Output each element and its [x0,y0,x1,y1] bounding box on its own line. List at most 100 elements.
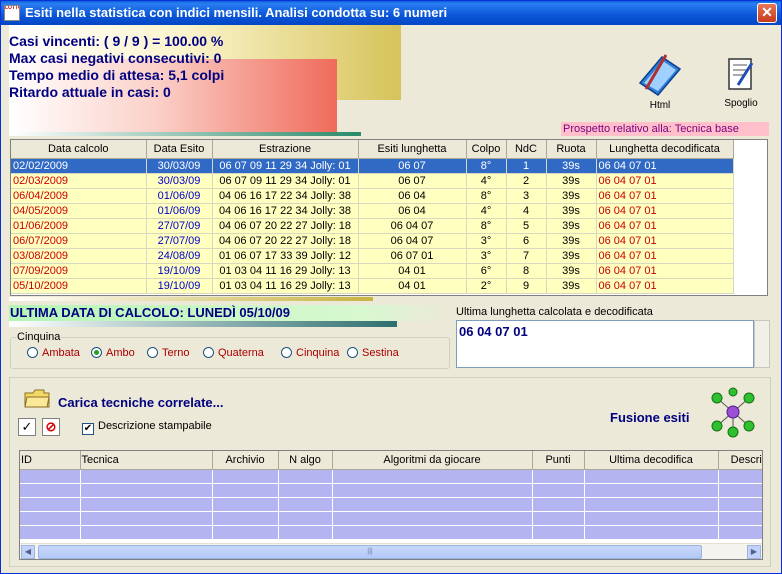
radio-dot-icon[interactable] [347,347,358,358]
tecniche-grid[interactable]: ID Tecnica Archivio N algo Algoritmi da gioc… [19,450,763,560]
table-cell: 05/10/2009 [11,278,147,294]
ultima-lunghetta-scrollbar[interactable] [754,320,770,368]
radio-terno[interactable]: Terno [147,347,190,359]
table-row[interactable]: 01/06/2009 27/07/09 04 06 07 20 22 27 Joll… [11,218,734,234]
table-row[interactable]: 05/10/2009 19/10/09 01 03 04 11 16 29 Joll… [11,278,734,294]
column-header[interactable]: Descriz [718,451,762,470]
scroll-right-icon[interactable]: ▶ [747,545,761,559]
table-cell: 01 03 04 11 16 29 Jolly: 13 [212,263,359,279]
ultima-data-label: ULTIMA DATA DI CALCOLO: LUNEDÌ 05/10/09 [9,305,449,321]
table-cell: 04 06 07 20 22 27 Jolly: 18 [212,233,359,249]
html-label: Html [649,100,671,111]
uncheck-all-button[interactable]: ⊘ [42,418,60,436]
stat-tempo-medio: Tempo medio di attesa: 5,1 colpi [9,67,225,83]
column-header[interactable]: Esiti lunghetta [358,140,467,159]
deco-green-line [9,132,361,136]
column-header[interactable]: Ruota [546,140,597,159]
table-row[interactable]: 03/08/2009 24/08/09 01 06 07 17 33 39 Joll… [11,248,734,264]
descrizione-checkbox-box[interactable]: ✔ [82,423,94,435]
table-row[interactable] [20,525,762,540]
table-row[interactable]: 04/05/2009 01/06/09 04 06 16 17 22 34 Joll… [11,203,734,219]
radio-quaterna[interactable]: Quaterna [203,347,264,359]
table-cell [80,511,213,526]
radio-sestina[interactable]: Sestina [347,347,399,359]
table-cell: 06 04 [358,203,467,219]
molecule-icon[interactable] [707,386,759,438]
radio-ambata[interactable]: Ambata [27,347,80,359]
radio-dot-icon[interactable] [147,347,158,358]
table-cell [718,483,762,498]
fusione-esiti-label[interactable]: Fusione esiti [610,410,689,425]
table-cell: 8 [506,263,547,279]
table-cell [278,497,333,512]
results-table: Data calcolo Data Esito Estrazione Esiti lu… [11,140,734,294]
results-grid[interactable]: Data calcolo Data Esito Estrazione Esiti lu… [10,139,768,296]
column-header[interactable]: Archivio [212,451,279,470]
column-header[interactable]: Colpo [466,140,507,159]
table-cell: 01/06/09 [146,188,213,204]
table-row[interactable] [20,497,762,512]
html-button[interactable]: Html [629,53,691,113]
table-cell: 39s [546,203,597,219]
table-cell: 06 04 07 01 [596,218,734,234]
table-cell [532,469,585,484]
table-cell: 04 06 16 17 22 34 Jolly: 38 [212,188,359,204]
table-row[interactable]: 06/04/2009 01/06/09 04 06 16 17 22 34 Joll… [11,188,734,204]
table-cell: 06 07 [358,173,467,189]
radio-dot-icon[interactable] [203,347,214,358]
table-row[interactable] [20,483,762,498]
spoglio-button[interactable]: Spoglio [713,55,769,113]
table-row[interactable] [20,511,762,526]
title-bar[interactable]: LOTTO Esiti nella statistica con indici … [1,1,781,25]
column-header[interactable]: ID [20,451,81,470]
radio-ambo[interactable]: Ambo [91,347,135,359]
table-cell [718,525,762,540]
table-cell: 04 06 16 17 22 34 Jolly: 38 [212,203,359,219]
table-cell: 06 04 07 01 [596,173,734,189]
radio-label: Terno [162,347,190,359]
close-button[interactable]: ✕ [757,3,777,23]
table-cell: 06 04 07 [358,233,467,249]
table-cell [532,511,585,526]
column-header[interactable]: Tecnica [80,451,213,470]
radio-dot-icon[interactable] [281,347,292,358]
deco-gold-line [9,297,373,301]
table-cell: 04/05/2009 [11,203,147,219]
table-row[interactable]: 02/03/2009 30/03/09 06 07 09 11 29 34 Joll… [11,173,734,189]
stats-panel: Casi vincenti: ( 9 / 9 ) = 100.00 % Max … [9,33,224,101]
radio-cinquina[interactable]: Cinquina [281,347,339,359]
cinquina-group: Cinquina Ambata Ambo Terno Quaterna Cinquina… [10,331,450,369]
radio-dot-icon[interactable] [27,347,38,358]
column-header[interactable]: Ultima decodifica [584,451,719,470]
ultima-lunghetta-label: Ultima lunghetta calcolata e decodificat… [456,306,653,318]
column-header[interactable]: Algoritmi da giocare [332,451,533,470]
check-all-button[interactable]: ✓ [18,418,36,436]
table-cell [332,483,533,498]
radio-dot-icon[interactable] [91,347,102,358]
table-cell: 04 01 [358,263,467,279]
scroll-left-icon[interactable]: ◀ [21,545,35,559]
table-cell [532,497,585,512]
table-row[interactable]: 06/07/2009 27/07/09 04 06 07 20 22 27 Joll… [11,233,734,249]
descrizione-checkbox[interactable]: ✔ Descrizione stampabile [82,420,212,435]
table-cell [212,469,279,484]
column-header[interactable]: Punti [532,451,585,470]
column-header[interactable]: Data calcolo [11,140,147,159]
carica-tecniche-label[interactable]: Carica tecniche correlate... [58,395,223,410]
table-cell [212,525,279,540]
column-header[interactable]: Lunghetta decodificata [596,140,734,159]
column-header[interactable]: Estrazione [212,140,359,159]
table-row[interactable]: 02/02/2009 30/03/09 06 07 09 11 29 34 Joll… [11,158,734,174]
table-cell: 4 [506,203,547,219]
column-header[interactable]: N algo [278,451,333,470]
tecniche-hscrollbar[interactable]: ◀ ||| ▶ [20,543,762,559]
table-row[interactable]: 07/09/2009 19/10/09 01 03 04 11 16 29 Joll… [11,263,734,279]
table-cell [532,525,585,540]
column-header[interactable]: Data Esito [146,140,213,159]
folder-icon[interactable] [24,388,50,408]
column-header[interactable]: NdC [506,140,547,159]
scroll-thumb[interactable]: ||| [38,545,702,559]
ultima-lunghetta-field[interactable]: 06 04 07 01 [456,320,754,368]
table-row[interactable] [20,469,762,484]
stat-ritardo: Ritardo attuale in casi: 0 [9,84,171,100]
